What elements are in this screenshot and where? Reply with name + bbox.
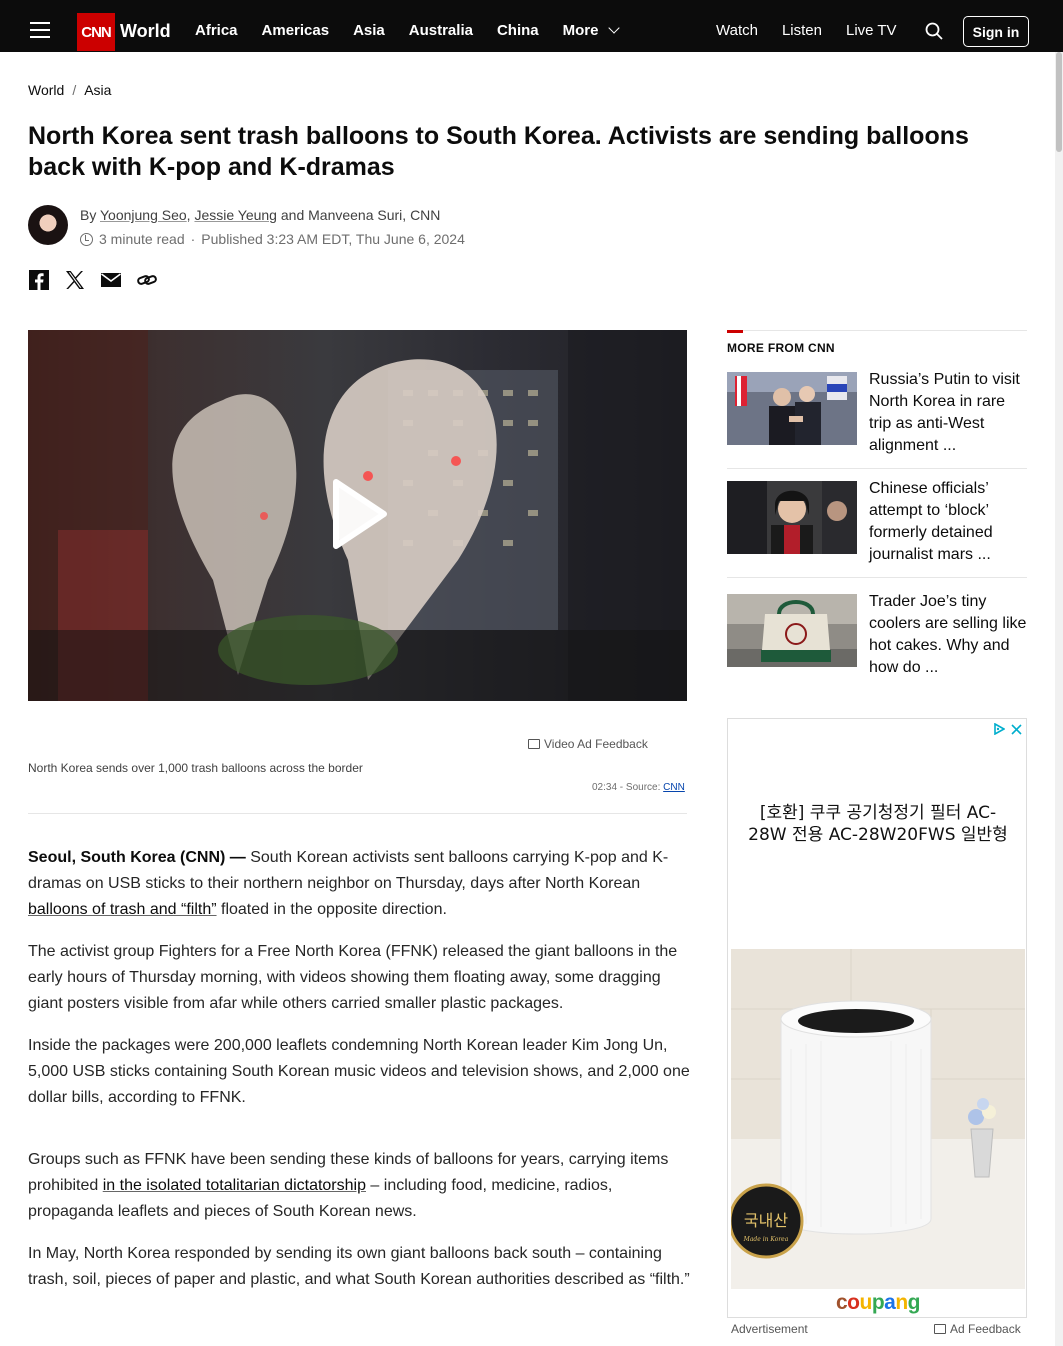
sidebar-divider <box>727 577 1027 578</box>
brand-letter: a <box>884 1291 896 1314</box>
brand-letter: u <box>859 1291 873 1314</box>
brand-letter: p <box>871 1291 885 1314</box>
email-icon[interactable] <box>100 269 122 291</box>
brand-letter: c <box>835 1291 848 1314</box>
byline: By Yoonjung Seo, Jessie Yeung and Manvee… <box>80 207 441 223</box>
dateline: Seoul, South Korea (CNN) — <box>28 849 246 866</box>
nav-item-australia[interactable]: Australia <box>409 22 473 39</box>
sidebar-divider <box>727 468 1027 469</box>
scrollbar[interactable] <box>1055 52 1063 1346</box>
play-icon[interactable] <box>330 476 390 552</box>
sidebar-rule <box>727 330 1027 331</box>
breadcrumb-world[interactable]: World <box>28 82 64 98</box>
scrollbar-thumb[interactable] <box>1056 52 1062 152</box>
author-avatar[interactable] <box>28 205 68 245</box>
published-timestamp: Published 3:23 AM EDT, Thu June 6, 2024 <box>201 231 465 247</box>
article-meta: 3 minute read · Published 3:23 AM EDT, T… <box>80 231 465 247</box>
nav-watch[interactable]: Watch <box>716 22 758 39</box>
sidebar-item-headline[interactable]: Chinese officials’ attempt to ‘block’ fo… <box>869 478 1027 566</box>
coupang-logo[interactable]: coupang <box>728 1291 1026 1315</box>
video-ad-feedback[interactable]: Video Ad Feedback <box>528 737 648 751</box>
sidebar-accent <box>727 330 743 333</box>
nav-item-asia[interactable]: Asia <box>353 22 385 39</box>
feedback-icon <box>528 739 540 749</box>
ad-product-image[interactable]: 국내산 Made in Korea <box>731 949 1025 1289</box>
ad-feedback-label: Ad Feedback <box>950 1322 1021 1336</box>
nav-item-americas[interactable]: Americas <box>262 22 330 39</box>
article-headline: North Korea sent trash balloons to South… <box>28 122 969 181</box>
copy-link-icon[interactable] <box>136 269 158 291</box>
section-title[interactable]: World <box>120 21 171 42</box>
right-nav: Watch Listen Live TV <box>716 22 921 39</box>
paragraph-5: In May, North Korea responded by sending… <box>28 1245 690 1288</box>
paragraph-3: Inside the packages were 200,000 leaflet… <box>28 1037 690 1106</box>
share-bar <box>28 269 158 291</box>
sidebar-thumbnail[interactable] <box>727 372 857 445</box>
cnn-logo[interactable]: CNN <box>77 13 115 51</box>
link-trash-balloons[interactable]: balloons of trash and “filth” <box>28 901 217 918</box>
video-source-link[interactable]: CNN <box>663 782 685 793</box>
sidebar-item[interactable]: Russia’s Putin to visit North Korea in r… <box>727 369 1027 472</box>
paragraph-4: Groups such as FFNK have been sending th… <box>28 1147 693 1225</box>
author-link-seo[interactable]: Yoonjung Seo <box>100 207 187 223</box>
close-icon[interactable] <box>1011 723 1022 735</box>
nav-item-africa[interactable]: Africa <box>195 22 238 39</box>
sidebar-title: MORE FROM CNN <box>727 341 835 355</box>
nav-more-button[interactable]: More <box>562 22 621 39</box>
main-nav: Africa Americas Asia Australia China Mor… <box>195 22 642 39</box>
brand-letter: o <box>847 1291 860 1314</box>
search-icon[interactable] <box>925 22 943 40</box>
video-caption: North Korea sends over 1,000 trash ballo… <box>28 761 363 775</box>
divider <box>28 813 687 814</box>
paragraph-1-text-b: floated in the opposite direction. <box>216 901 447 918</box>
x-twitter-icon[interactable] <box>64 269 86 291</box>
facebook-icon[interactable] <box>28 269 50 291</box>
ad-choices[interactable] <box>993 723 1022 735</box>
breadcrumb: World / Asia <box>28 82 111 98</box>
sidebar-thumbnail[interactable] <box>727 594 857 667</box>
sidebar-item[interactable]: Trader Joe’s tiny coolers are selling li… <box>727 591 1027 694</box>
nav-live-tv[interactable]: Live TV <box>846 22 897 39</box>
sidebar-thumbnail[interactable] <box>727 481 857 554</box>
ad-badge-sub: Made in Korea <box>743 1236 789 1243</box>
paragraph-1: Seoul, South Korea (CNN) — South Korean … <box>28 845 693 923</box>
feedback-icon <box>934 1324 946 1334</box>
read-time: 3 minute read <box>99 231 185 247</box>
sign-in-button[interactable]: Sign in <box>963 16 1029 47</box>
clock-icon <box>80 232 93 246</box>
brand-letter: g <box>907 1291 921 1314</box>
sidebar-item-headline[interactable]: Russia’s Putin to visit North Korea in r… <box>869 369 1027 457</box>
ad-headline[interactable]: [호환] 쿠쿠 공기청정기 필터 AC-28W 전용 AC-28W20FWS 일… <box>742 802 1014 846</box>
byline-rest: and Manveena Suri, CNN <box>280 207 441 223</box>
nav-more-label: More <box>562 22 599 39</box>
brand-letter: n <box>895 1291 908 1314</box>
video-duration: 02:34 - Source: CNN <box>592 782 685 793</box>
chevron-down-icon <box>608 22 621 34</box>
adchoices-icon[interactable] <box>993 723 1005 735</box>
ad-badge: 국내산 <box>744 1211 788 1230</box>
byline-prefix: By <box>80 207 97 223</box>
sidebar-item-headline[interactable]: Trader Joe’s tiny coolers are selling li… <box>869 591 1027 679</box>
breadcrumb-separator: / <box>72 82 77 98</box>
nav-item-china[interactable]: China <box>497 22 539 39</box>
breadcrumb-asia[interactable]: Asia <box>84 82 111 98</box>
nav-listen[interactable]: Listen <box>782 22 822 39</box>
advertisement-banner[interactable]: [호환] 쿠쿠 공기청정기 필터 AC-28W 전용 AC-28W20FWS 일… <box>727 718 1027 1318</box>
sidebar-item[interactable]: Chinese officials’ attempt to ‘block’ fo… <box>727 478 1027 581</box>
paragraph-2: The activist group Fighters for a Free N… <box>28 943 678 1012</box>
author-link-yeung[interactable]: Jessie Yeung <box>194 207 277 223</box>
meta-dot: · <box>190 231 196 247</box>
top-navigation-bar: CNN World Africa Americas Asia Australia… <box>0 0 1063 52</box>
video-duration-text: 02:34 - Source: <box>592 782 661 793</box>
menu-icon[interactable] <box>30 22 50 40</box>
ad-feedback[interactable]: Ad Feedback <box>934 1322 1021 1336</box>
advertisement-label: Advertisement <box>731 1322 808 1336</box>
video-ad-feedback-label: Video Ad Feedback <box>544 737 648 751</box>
link-dictatorship[interactable]: in the isolated totalitarian dictatorshi… <box>103 1177 366 1194</box>
